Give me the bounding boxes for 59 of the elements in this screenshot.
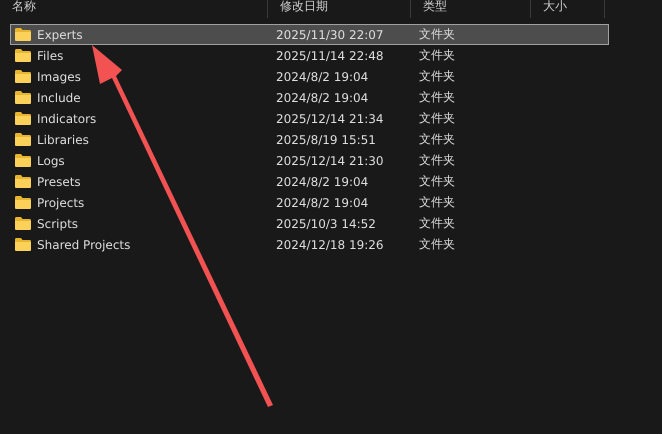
file-row[interactable]: Shared Projects 2024/12/18 19:26 文件夹 xyxy=(10,234,609,255)
file-row[interactable]: Files 2025/11/14 22:48 文件夹 xyxy=(10,45,609,66)
file-row[interactable]: Scripts 2025/10/3 14:52 文件夹 xyxy=(10,213,609,234)
file-type: 文件夹 xyxy=(418,47,456,64)
modified-date: 2025/12/14 21:34 xyxy=(275,112,385,126)
file-type: 文件夹 xyxy=(418,173,456,190)
file-name: Libraries xyxy=(37,132,89,146)
file-name: Logs xyxy=(37,154,65,168)
folder-icon xyxy=(15,91,31,104)
folder-icon xyxy=(15,112,31,125)
modified-date: 2024/8/2 19:04 xyxy=(275,90,370,104)
file-row[interactable]: Projects 2024/8/2 19:04 文件夹 xyxy=(10,192,609,213)
file-type: 文件夹 xyxy=(418,131,456,148)
modified-date: 2025/8/19 15:51 xyxy=(275,132,377,146)
file-type: 文件夹 xyxy=(418,194,456,211)
file-name: Experts xyxy=(37,28,83,42)
file-name: Files xyxy=(37,48,64,62)
file-row[interactable]: Presets 2024/8/2 19:04 文件夹 xyxy=(10,171,609,192)
modified-date: 2025/11/14 22:48 xyxy=(275,48,385,62)
file-type: 文件夹 xyxy=(418,68,456,85)
file-name: Include xyxy=(37,90,81,104)
column-header[interactable]: 类型 xyxy=(411,0,531,18)
file-type: 文件夹 xyxy=(418,152,456,169)
file-type: 文件夹 xyxy=(418,236,456,253)
folder-icon xyxy=(15,28,31,41)
folder-icon xyxy=(15,70,31,83)
file-name: Scripts xyxy=(37,216,78,230)
folder-icon xyxy=(15,49,31,62)
file-row[interactable]: Experts 2025/11/30 22:07 文件夹 xyxy=(10,24,609,45)
modified-date: 2024/8/2 19:04 xyxy=(275,70,370,84)
file-name: Indicators xyxy=(37,112,96,126)
file-name: Images xyxy=(37,70,81,84)
modified-date: 2025/11/30 22:07 xyxy=(275,28,385,42)
column-header[interactable]: 名称 xyxy=(0,0,268,18)
file-row[interactable]: Logs 2025/12/14 21:30 文件夹 xyxy=(10,150,609,171)
modified-date: 2024/8/2 19:04 xyxy=(275,196,370,210)
modified-date: 2025/12/14 21:30 xyxy=(275,154,385,168)
file-name: Shared Projects xyxy=(37,238,130,252)
file-type: 文件夹 xyxy=(418,26,456,43)
folder-icon xyxy=(15,238,31,251)
modified-date: 2024/8/2 19:04 xyxy=(275,174,370,188)
folder-icon xyxy=(15,175,31,188)
file-row[interactable]: Images 2024/8/2 19:04 文件夹 xyxy=(10,66,609,87)
modified-date: 2024/12/18 19:26 xyxy=(275,238,385,252)
file-type: 文件夹 xyxy=(418,110,456,127)
folder-icon xyxy=(15,196,31,209)
modified-date: 2025/10/3 14:52 xyxy=(275,216,377,230)
file-row[interactable]: Include 2024/8/2 19:04 文件夹 xyxy=(10,87,609,108)
folder-icon xyxy=(15,217,31,230)
column-header[interactable]: 大小 xyxy=(531,0,605,18)
folder-icon xyxy=(15,133,31,146)
file-type: 文件夹 xyxy=(418,89,456,106)
file-type: 文件夹 xyxy=(418,215,456,232)
folder-icon xyxy=(15,154,31,167)
file-name: Presets xyxy=(37,174,81,188)
file-name: Projects xyxy=(37,196,84,210)
file-row[interactable]: Indicators 2025/12/14 21:34 文件夹 xyxy=(10,108,609,129)
column-header[interactable]: 修改日期 xyxy=(268,0,411,18)
file-row[interactable]: Libraries 2025/8/19 15:51 文件夹 xyxy=(10,129,609,150)
